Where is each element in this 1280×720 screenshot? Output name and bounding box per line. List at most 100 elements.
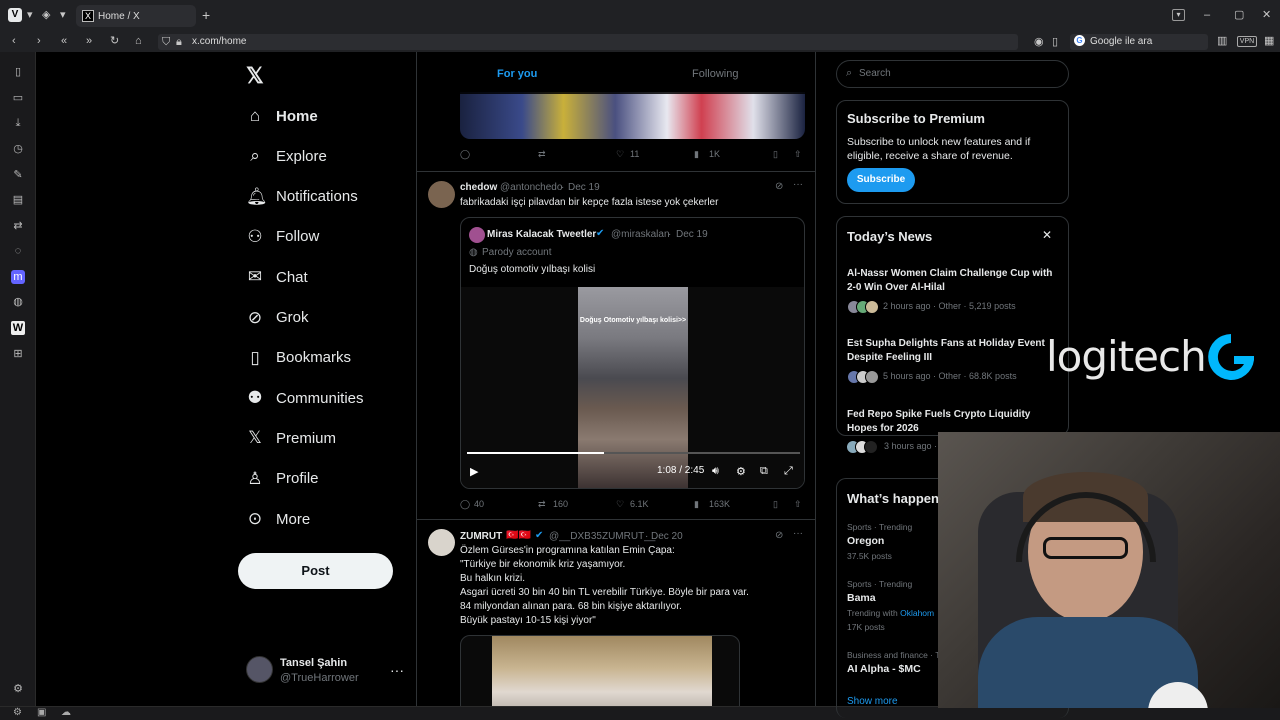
wikipedia-icon[interactable]: W [11,321,25,335]
downloads-icon[interactable]: ⤓ [11,116,25,130]
share-icon[interactable]: ⇧ [794,149,802,160]
forward-icon[interactable]: › [37,34,41,48]
back-icon[interactable]: ‹ [12,34,16,48]
fullscreen-icon[interactable]: ⤢ [784,465,793,478]
tweet-author-handle[interactable]: @antonchedo [500,182,562,193]
nav-item-bookmarks[interactable]: ▯ Bookmarks [246,344,351,372]
news-headline[interactable]: Est Supha Delights Fans at Holiday Event… [847,337,1062,364]
tweet-author-name[interactable]: ZUMRUT [460,531,502,542]
play-icon[interactable]: ▶ [470,465,478,478]
add-panel-icon[interactable]: ⊞ [11,347,25,361]
fast-forward-icon[interactable]: » [86,34,92,48]
tweet-author-name[interactable]: chedow [460,182,497,193]
repost-icon[interactable]: ⇄ [538,499,546,510]
more-dots-icon[interactable]: ··· [793,528,803,539]
settings-gear-icon[interactable]: ⚙ [736,465,746,478]
tab-stack-icon[interactable]: ◈ [42,8,50,22]
nav-item-grok[interactable]: ⊘ Grok [246,304,309,332]
extensions-icon[interactable]: ▥ [1217,34,1227,48]
nav-item-communities[interactable]: ⚉ Communities [246,384,363,412]
nav-item-premium[interactable]: 𝕏 Premium [246,424,336,452]
close-window-icon[interactable]: ✕ [1262,8,1271,22]
rewind-icon[interactable]: « [61,34,67,48]
reload-icon[interactable]: ↻ [110,34,119,48]
nav-item-notifications[interactable]: 🔔︎ Notifications [246,183,358,211]
search-engine-field[interactable]: G Google ile ara [1070,34,1208,50]
close-icon[interactable]: ✕ [1042,228,1052,242]
nav-item-chat[interactable]: ✉ Chat [246,263,308,291]
wallet-icon[interactable]: ▦ [1264,34,1274,48]
news-headline[interactable]: Fed Repo Spike Fuels Crypto Liquidity Ho… [847,408,1062,435]
tweet-video[interactable] [460,635,740,706]
nav-item-more[interactable]: ⊙ More [246,505,310,533]
nav-item-explore[interactable]: ⌕ Explore [246,142,327,170]
trend-name[interactable]: AI Alpha - $MC [847,663,921,675]
tweet-date[interactable]: Dec 20 [651,531,683,542]
bookmark-icon[interactable]: ▯ [773,499,778,510]
translate-icon[interactable]: ⇄ [11,219,25,233]
notes-icon[interactable]: ✎ [11,168,25,182]
avatar[interactable] [428,529,455,556]
more-dots-icon[interactable]: ··· [390,662,404,678]
news-headline[interactable]: Al-Nassr Women Claim Challenge Cup with … [847,267,1062,294]
volume-icon[interactable]: 🔊︎ [712,465,719,478]
show-more-link[interactable]: Show more [847,696,898,707]
account-switcher[interactable]: Tansel Şahin @TrueHarrower ··· [246,655,406,687]
broadcast-icon[interactable]: ◉ [1034,35,1044,49]
bookmark-page-icon[interactable]: ▯ [1052,35,1058,49]
history-icon[interactable]: ◷ [11,142,25,156]
quoted-tweet[interactable]: Miras Kalacak Tweetler ✔ @miraskalan · D… [460,217,805,489]
tweet-author-handle[interactable]: @__DXB35ZUMRUT__ [549,531,655,542]
maximize-icon[interactable]: ▢ [1234,8,1244,22]
trend-extra-link[interactable]: Oklahom [900,608,934,618]
video-progress-bar[interactable] [467,452,800,454]
reading-list-icon[interactable]: ▭ [11,91,25,105]
picture-in-picture-icon[interactable]: ⧉ [760,465,768,478]
vivaldi-menu-icon[interactable]: V [8,8,22,22]
bookmarks-panel-icon[interactable]: ▯ [11,65,25,79]
post-button[interactable]: Post [238,553,393,589]
views-icon[interactable]: ▮ [694,149,699,160]
reply-icon[interactable]: ◯ [460,149,470,160]
nav-item-home[interactable]: ⌂ Home [246,102,318,130]
tab-following[interactable]: Following [692,68,738,80]
settings-icon[interactable]: ⚙ [13,707,22,718]
nav-item-profile[interactable]: ♙ Profile [246,465,318,493]
tab-menu-icon[interactable]: ▾ [1172,9,1185,21]
vpn-button[interactable]: VPN [1237,36,1257,47]
browser-tab[interactable]: X Home / X [76,5,196,27]
nav-item-follow[interactable]: ⚇ Follow [246,223,319,251]
globe-icon[interactable]: ◍ [11,295,25,309]
x-logo-icon[interactable]: 𝕏 [246,63,264,89]
tweet-date[interactable]: Dec 19 [568,182,600,193]
more-dots-icon[interactable]: ··· [793,179,803,190]
chevron-down-icon[interactable]: ▾ [27,8,33,22]
home-icon[interactable]: ⌂ [135,34,142,48]
tweet-media-image[interactable] [460,92,805,139]
search-input[interactable]: ⌕ Search [836,60,1069,88]
chevron-down-icon[interactable]: ▾ [60,8,66,22]
grok-icon[interactable]: ⊘ [775,181,783,192]
mastodon-icon[interactable]: m [11,270,25,284]
tab-for-you[interactable]: For you [497,68,537,80]
like-icon[interactable]: ♡ [616,149,624,160]
url-field[interactable]: ⛉ 🔒︎ x.com/home ◉ ▯ [158,34,1058,50]
avatar[interactable] [428,181,455,208]
share-icon[interactable]: ⇧ [794,499,802,510]
repost-icon[interactable]: ⇄ [538,149,546,160]
trend-name[interactable]: Bama [847,592,876,604]
chat-icon[interactable]: ◌ [11,244,25,258]
trend-name[interactable]: Oregon [847,535,884,547]
settings-gear-icon[interactable]: ⚙ [11,682,25,696]
new-tab-icon[interactable]: + [202,8,210,22]
subscribe-button[interactable]: Subscribe [847,168,915,192]
window-panel-icon[interactable]: ▤ [11,193,25,207]
reply-icon[interactable]: ◯ [460,499,470,510]
panel-toggle-icon[interactable]: ▣ [37,707,46,718]
minimize-icon[interactable]: – [1204,8,1210,22]
grok-icon[interactable]: ⊘ [775,530,783,541]
bookmark-icon[interactable]: ▯ [773,149,778,160]
cloud-sync-icon[interactable]: ☁ [61,707,71,718]
views-icon[interactable]: ▮ [694,499,699,510]
video-player[interactable]: Doğuş Otomotiv yılbaşı kolisi>> ▶ 1:08 /… [461,287,804,488]
